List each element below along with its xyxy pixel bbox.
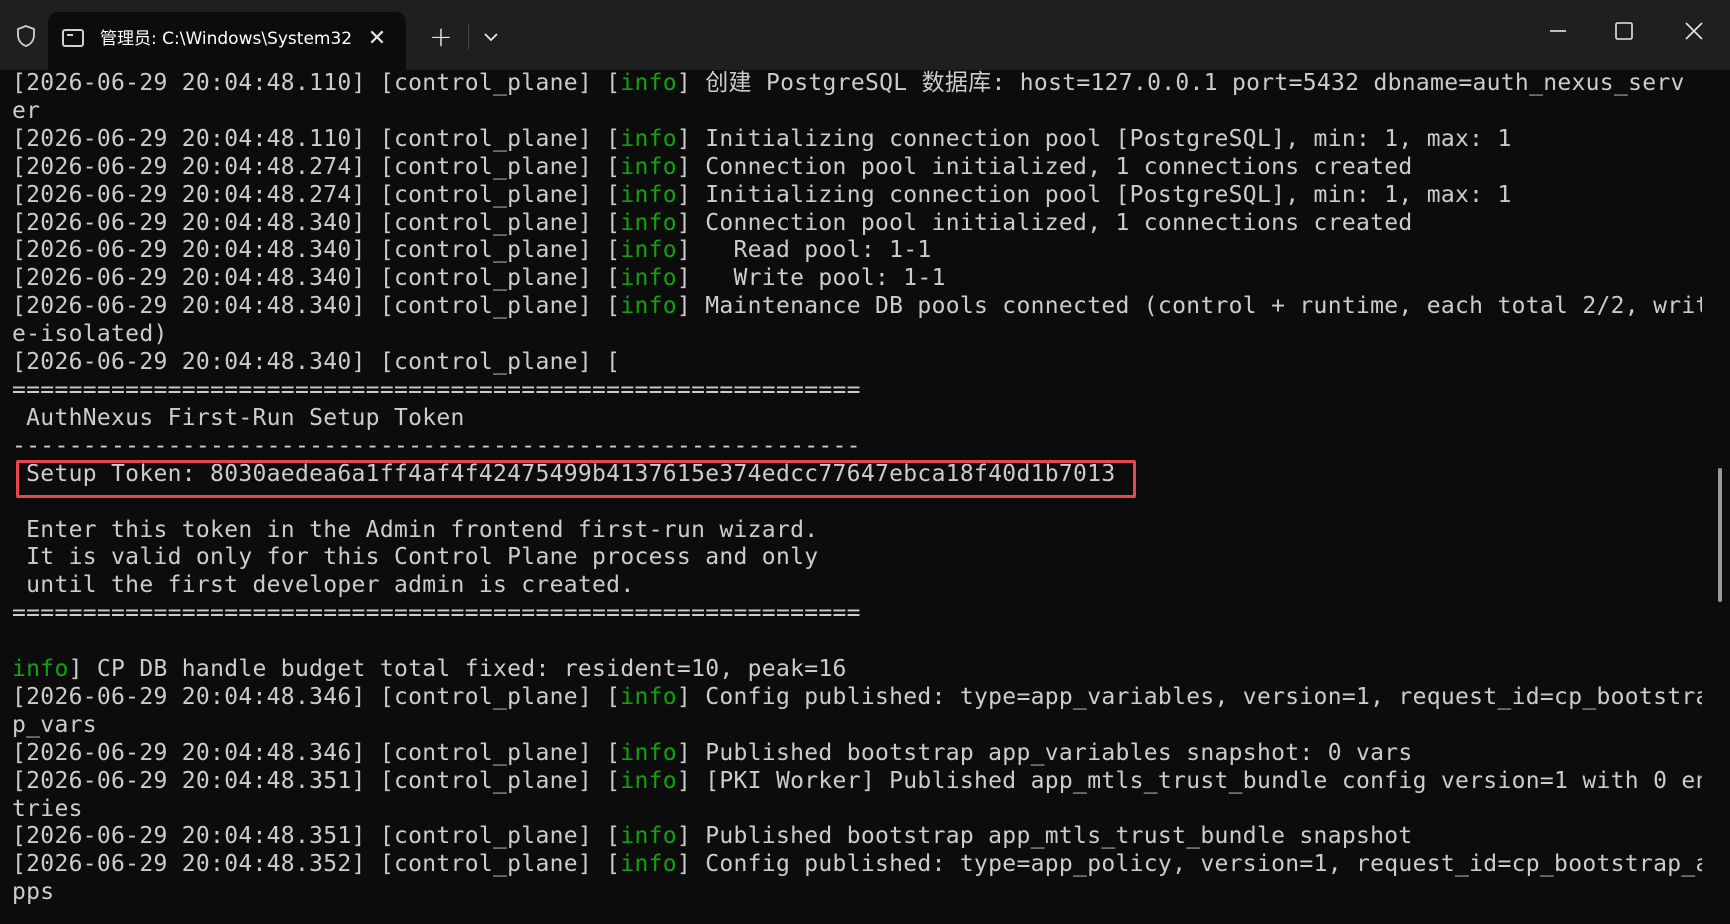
log-prefix: [2026-06-29 20:04:48.340] [control_plane… (12, 265, 621, 292)
log-line: ========================================… (12, 600, 1702, 628)
log-level-info: info (620, 153, 677, 180)
log-message: ] Maintenance DB pools connected (contro… (676, 293, 1702, 320)
log-line: [2026-06-29 20:04:48.110] [control_plane… (12, 70, 1702, 98)
minimize-icon[interactable] (1530, 14, 1586, 48)
log-line: tries (12, 796, 1702, 824)
log-level-info: info (620, 181, 677, 208)
log-prefix: tries (12, 795, 83, 822)
log-line: ========================================… (12, 377, 1702, 405)
log-prefix: ========================================… (12, 376, 861, 403)
log-prefix: ----------------------------------------… (12, 432, 861, 459)
log-prefix: until the first developer admin is creat… (12, 572, 635, 599)
log-prefix: [2026-06-29 20:04:48.340] [control_plane… (12, 209, 621, 236)
log-prefix: ========================================… (12, 600, 861, 627)
log-prefix: [2026-06-29 20:04:48.110] [control_plane… (12, 70, 621, 96)
tab-separator (468, 24, 469, 50)
log-line: until the first developer admin is creat… (12, 572, 1702, 600)
log-prefix: It is valid only for this Control Plane … (12, 544, 819, 571)
log-line: [2026-06-29 20:04:48.351] [control_plane… (12, 823, 1702, 851)
log-line: [2026-06-29 20:04:48.274] [control_plane… (12, 182, 1702, 210)
log-level-info: info (620, 70, 677, 96)
terminal-tab[interactable]: 管理员: C:\Windows\System32 ✕ (48, 12, 406, 70)
close-icon[interactable] (1666, 14, 1722, 48)
log-line: [2026-06-29 20:04:48.340] [control_plane… (12, 265, 1702, 293)
log-line: e-isolated) (12, 321, 1702, 349)
log-prefix: [2026-06-29 20:04:48.346] [control_plane… (12, 683, 621, 710)
log-prefix: [2026-06-29 20:04:48.346] [control_plane… (12, 739, 621, 766)
log-line: [2026-06-29 20:04:48.340] [control_plane… (12, 210, 1702, 238)
log-level-info: info (12, 656, 69, 683)
log-line: er (12, 98, 1702, 126)
setup-token-highlight (16, 460, 1136, 498)
log-prefix: [2026-06-29 20:04:48.351] [control_plane… (12, 767, 621, 794)
log-level-info: info (620, 209, 677, 236)
log-line: pps (12, 879, 1702, 907)
shield-icon (17, 25, 35, 47)
log-prefix: [2026-06-29 20:04:48.110] [control_plane… (12, 125, 621, 152)
log-prefix: pps (12, 879, 55, 906)
terminal-icon (62, 29, 84, 47)
log-prefix: er (12, 97, 41, 124)
log-prefix: p_vars (12, 711, 97, 738)
log-prefix: [2026-06-29 20:04:48.274] [control_plane… (12, 153, 621, 180)
log-prefix: [2026-06-29 20:04:48.351] [control_plane… (12, 823, 621, 850)
maximize-icon[interactable] (1596, 14, 1652, 48)
log-level-info: info (620, 739, 677, 766)
log-level-info: info (620, 767, 677, 794)
scrollbar-thumb[interactable] (1718, 468, 1722, 602)
log-message: ] Write pool: 1-1 (676, 265, 946, 292)
tab-title: 管理员: C:\Windows\System32 (100, 29, 353, 49)
log-message: ] Config published: type=app_policy, ver… (676, 851, 1702, 878)
log-prefix: Enter this token in the Admin frontend f… (12, 516, 819, 543)
log-prefix: [2026-06-29 20:04:48.274] [control_plane… (12, 181, 621, 208)
log-line: [2026-06-29 20:04:48.340] [control_plane… (12, 237, 1702, 265)
log-line: [2026-06-29 20:04:48.346] [control_plane… (12, 684, 1702, 712)
log-message: ] Connection pool initialized, 1 connect… (676, 209, 1413, 236)
tab-close-button[interactable]: ✕ (362, 24, 392, 54)
log-line: [2026-06-29 20:04:48.340] [control_plane… (12, 293, 1702, 321)
log-prefix: [2026-06-29 20:04:48.340] [control_plane… (12, 349, 621, 376)
log-line: ----------------------------------------… (12, 433, 1702, 461)
log-level-info: info (620, 125, 677, 152)
log-message: ] CP DB handle budget total fixed: resid… (68, 656, 847, 683)
log-message: ] Published bootstrap app_variables snap… (676, 739, 1413, 766)
log-level-info: info (620, 823, 677, 850)
log-line: [2026-06-29 20:04:48.346] [control_plane… (12, 740, 1702, 768)
log-level-info: info (620, 265, 677, 292)
log-level-info: info (620, 851, 677, 878)
log-message: ] [PKI Worker] Published app_mtls_trust_… (676, 767, 1702, 794)
chevron-down-icon[interactable] (474, 22, 508, 52)
log-message: ] Initializing connection pool [PostgreS… (676, 125, 1512, 152)
log-message: ] Published bootstrap app_mtls_trust_bun… (676, 823, 1413, 850)
log-level-info: info (620, 683, 677, 710)
log-line: Enter this token in the Admin frontend f… (12, 517, 1702, 545)
log-prefix: [2026-06-29 20:04:48.352] [control_plane… (12, 851, 621, 878)
log-line: [2026-06-29 20:04:48.340] [control_plane… (12, 349, 1702, 377)
new-tab-button[interactable]: + (424, 22, 458, 52)
log-line: AuthNexus First-Run Setup Token (12, 405, 1702, 433)
log-line: [2026-06-29 20:04:48.110] [control_plane… (12, 126, 1702, 154)
log-line: [2026-06-29 20:04:48.274] [control_plane… (12, 154, 1702, 182)
log-prefix: AuthNexus First-Run Setup Token (12, 404, 465, 431)
log-level-info: info (620, 293, 677, 320)
log-level-info: info (620, 237, 677, 264)
log-line: info] CP DB handle budget total fixed: r… (12, 656, 1702, 684)
log-line: p_vars (12, 712, 1702, 740)
log-message: ] Initializing connection pool [PostgreS… (676, 181, 1512, 208)
log-message: ] Connection pool initialized, 1 connect… (676, 153, 1413, 180)
log-line: [2026-06-29 20:04:48.351] [control_plane… (12, 768, 1702, 796)
log-prefix: [2026-06-29 20:04:48.340] [control_plane… (12, 237, 621, 264)
log-message: ] Read pool: 1-1 (676, 237, 932, 264)
log-line: It is valid only for this Control Plane … (12, 544, 1702, 572)
log-message: ] Config published: type=app_variables, … (676, 683, 1702, 710)
log-prefix: [2026-06-29 20:04:48.340] [control_plane… (12, 293, 621, 320)
title-bar: 管理员: C:\Windows\System32 ✕ + (0, 0, 1730, 70)
log-prefix: e-isolated) (12, 321, 168, 348)
log-line: [2026-06-29 20:04:48.352] [control_plane… (12, 851, 1702, 879)
log-message: ] 创建 PostgreSQL 数据库: host=127.0.0.1 port… (676, 70, 1685, 96)
